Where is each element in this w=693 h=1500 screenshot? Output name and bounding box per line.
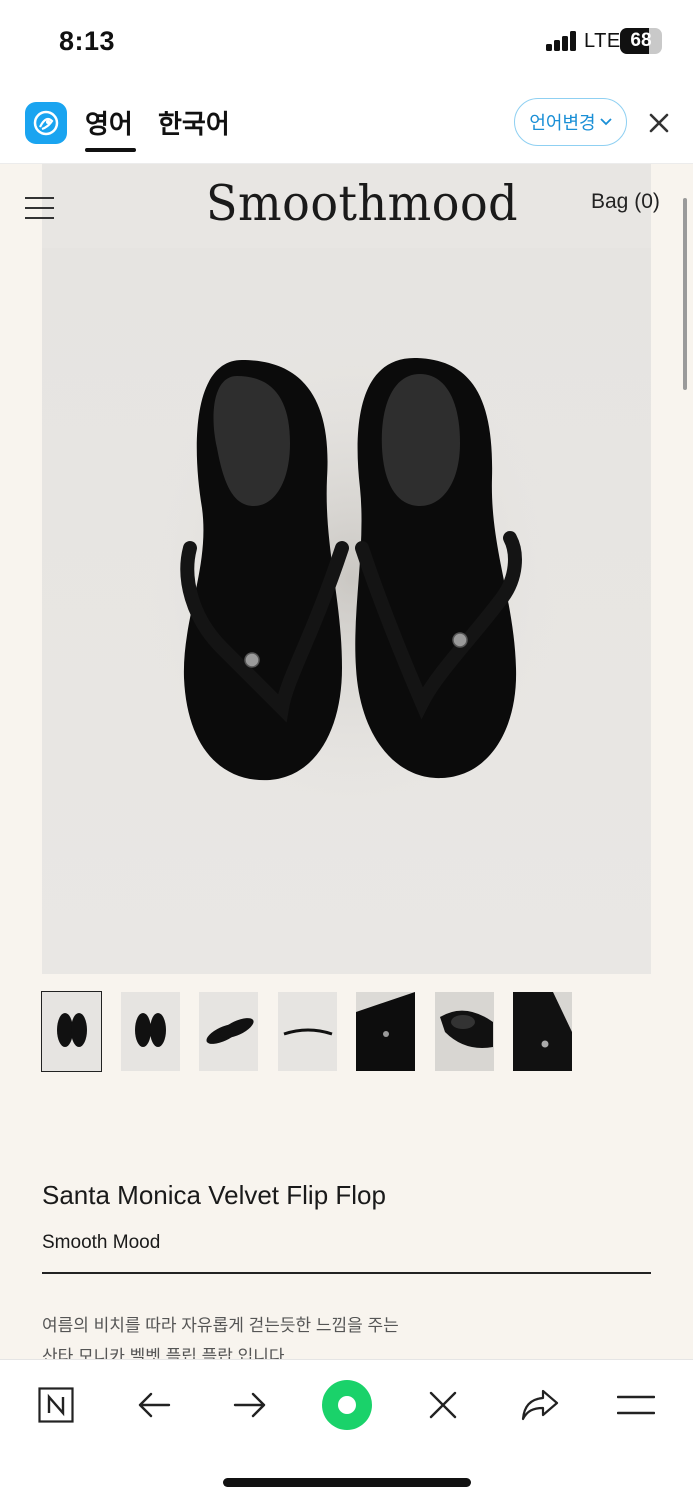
thumbnail-7[interactable] [513, 992, 572, 1071]
home-indicator [223, 1478, 471, 1487]
close-icon[interactable] [646, 110, 672, 136]
active-tab-indicator [85, 148, 136, 152]
status-time: 8:13 [59, 26, 116, 56]
naver-icon[interactable] [28, 1380, 84, 1430]
thumbnail-5[interactable] [356, 992, 415, 1071]
chevron-down-icon [599, 118, 612, 126]
forward-arrow-icon[interactable] [222, 1380, 278, 1430]
change-language-button[interactable]: 언어변경 [514, 98, 627, 146]
papago-icon[interactable] [25, 102, 67, 144]
tab-korean[interactable]: 한국어 [158, 104, 230, 141]
site-logo[interactable]: Smoothmood [206, 175, 518, 232]
screen: 8:13 LTE 68 영어 한국어 언어변경 Smoothmood Bag (… [0, 0, 693, 1500]
bag-link[interactable]: Bag (0) [591, 190, 660, 214]
change-language-label: 언어변경 [529, 113, 596, 133]
product-description-line: 여름의 비치를 따라 자유롭게 걷는듯한 느낌을 주는 [42, 1316, 399, 1335]
brand-name: Smooth Mood [42, 1232, 161, 1253]
site-header: Smoothmood Bag (0) [0, 164, 693, 248]
thumbnail-3[interactable] [199, 992, 258, 1071]
scrollbar[interactable] [683, 198, 687, 390]
product-main-image[interactable] [42, 248, 651, 974]
back-arrow-icon[interactable] [126, 1380, 182, 1430]
tab-english[interactable]: 영어 [85, 104, 133, 141]
close-icon[interactable] [415, 1380, 471, 1430]
green-dot-icon[interactable] [319, 1380, 375, 1430]
thumbnail-2[interactable] [121, 992, 180, 1071]
status-bar: 8:13 LTE 68 [0, 0, 693, 84]
battery-level: 68 [630, 30, 652, 51]
share-icon[interactable] [512, 1380, 568, 1430]
translation-bar: 영어 한국어 언어변경 [0, 84, 693, 164]
thumbnail-1[interactable] [41, 991, 102, 1072]
menu-icon[interactable] [25, 197, 54, 219]
product-title: Santa Monica Velvet Flip Flop [42, 1180, 386, 1210]
network-label: LTE [584, 30, 621, 52]
signal-icon [546, 31, 578, 51]
divider [42, 1272, 651, 1274]
browser-toolbar [0, 1359, 693, 1500]
menu-icon[interactable] [608, 1380, 664, 1430]
thumbnail-4[interactable] [278, 992, 337, 1071]
battery-icon: 68 [620, 28, 662, 54]
thumbnail-6[interactable] [435, 992, 494, 1071]
